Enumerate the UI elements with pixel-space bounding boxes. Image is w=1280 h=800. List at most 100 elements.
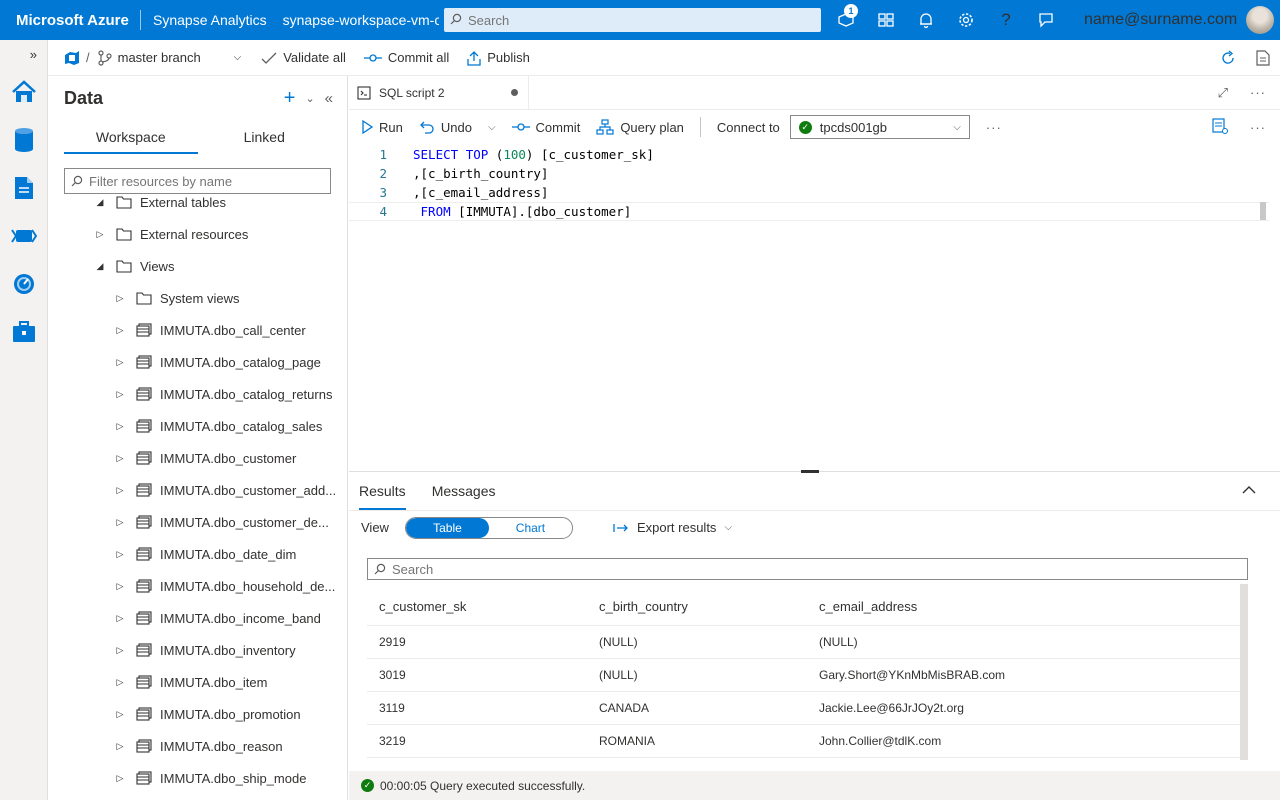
query-plan-button[interactable]: Query plan — [596, 119, 684, 135]
caret-expanded-icon[interactable]: ◢ — [94, 261, 106, 272]
export-results-button[interactable]: Export results ⌵ — [613, 520, 732, 535]
tab-sql-script-2[interactable]: SQL script 2 — [349, 75, 529, 110]
caret-collapsed-icon[interactable]: ▷ — [114, 325, 126, 336]
caret-collapsed-icon[interactable]: ▷ — [114, 293, 126, 304]
tree-item[interactable]: ▷ IMMUTA.dbo_customer — [48, 442, 348, 474]
caret-collapsed-icon[interactable]: ▷ — [114, 677, 126, 688]
tree-item[interactable]: ▷ IMMUTA.dbo_household_de... — [48, 570, 348, 602]
view-toggle[interactable]: Table Chart — [404, 516, 573, 539]
add-resource-button[interactable]: + — [284, 87, 296, 110]
table-row[interactable]: 3219 ROMANIA John.Collier@tdlK.com — [367, 725, 1242, 758]
expand-icon[interactable]: ⤢ — [1218, 85, 1228, 101]
bell-button[interactable] — [906, 0, 946, 40]
caret-collapsed-icon[interactable]: ▷ — [114, 453, 126, 464]
caret-collapsed-icon[interactable]: ▷ — [114, 485, 126, 496]
caret-collapsed-icon[interactable]: ▷ — [114, 581, 126, 592]
run-button[interactable]: Run — [361, 120, 403, 135]
editor-scroll-marker[interactable] — [1260, 202, 1266, 220]
tab-linked[interactable]: Linked — [198, 120, 332, 154]
brand-title[interactable]: Microsoft Azure — [0, 12, 140, 29]
nav-monitor[interactable] — [0, 260, 48, 308]
nav-develop[interactable] — [0, 164, 48, 212]
more-options-icon[interactable]: ··· — [1250, 85, 1266, 100]
column-header[interactable]: c_birth_country — [587, 599, 807, 614]
caret-collapsed-icon[interactable]: ▷ — [114, 613, 126, 624]
notifications-button[interactable]: 1 — [826, 0, 866, 40]
table-row[interactable]: 2919 (NULL) (NULL) — [367, 626, 1242, 659]
more-options-icon[interactable]: ··· — [1250, 120, 1266, 135]
sql-editor[interactable]: 1 SELECT TOP (100) [c_customer_sk] 2 ,[c_bi… — [349, 145, 1269, 470]
results-search[interactable] — [367, 558, 1248, 580]
caret-collapsed-icon[interactable]: ▷ — [114, 357, 126, 368]
tree-item[interactable]: ◢ Views — [48, 250, 348, 282]
caret-collapsed-icon[interactable]: ▷ — [114, 421, 126, 432]
results-scrollbar[interactable] — [1240, 584, 1248, 760]
collapse-results-button[interactable] — [1242, 482, 1256, 498]
workspace-breadcrumb[interactable]: synapse-workspace-vm-c — [283, 12, 439, 28]
nav-data[interactable] — [0, 116, 48, 164]
caret-collapsed-icon[interactable]: ▷ — [114, 645, 126, 656]
results-search-input[interactable] — [392, 561, 992, 577]
tree-item[interactable]: ▷ IMMUTA.dbo_date_dim — [48, 538, 348, 570]
tab-workspace[interactable]: Workspace — [64, 120, 198, 154]
tree-item[interactable]: ▷ IMMUTA.dbo_ship_mode — [48, 762, 348, 794]
branch-selector[interactable]: master branch ⌵ — [98, 49, 241, 66]
undo-button[interactable]: Undo — [419, 120, 472, 135]
help-button[interactable]: ? — [986, 0, 1026, 40]
unsaved-dot-icon[interactable] — [511, 89, 518, 96]
table-row[interactable]: 3019 (NULL) Gary.Short@YKnMbMisBRAB.com — [367, 659, 1242, 692]
tree-item[interactable]: ▷ IMMUTA.dbo_catalog_page — [48, 346, 348, 378]
nav-home[interactable] — [0, 68, 48, 116]
tree-item[interactable]: ▷ IMMUTA.dbo_inventory — [48, 634, 348, 666]
collapse-panel-button[interactable]: « — [325, 90, 333, 107]
user-email[interactable]: name@surname.com — [1084, 0, 1237, 40]
tree-item[interactable]: ▷ IMMUTA.dbo_item — [48, 666, 348, 698]
tree-item[interactable]: ▷ IMMUTA.dbo_reason — [48, 730, 348, 762]
global-search-input[interactable] — [468, 12, 808, 28]
properties-icon[interactable] — [1212, 117, 1228, 137]
caret-collapsed-icon[interactable]: ▷ — [114, 549, 126, 560]
more-options-icon[interactable]: ··· — [986, 120, 1002, 135]
tree-item[interactable]: ▷ IMMUTA.dbo_catalog_returns — [48, 378, 348, 410]
caret-expanded-icon[interactable]: ◢ — [94, 197, 106, 208]
caret-collapsed-icon[interactable]: ▷ — [114, 389, 126, 400]
settings-button[interactable] — [946, 0, 986, 40]
tree-item[interactable]: ▷ IMMUTA.dbo_call_center — [48, 314, 348, 346]
column-header[interactable]: c_email_address — [807, 599, 1242, 614]
code-line[interactable]: 2 ,[c_birth_country] — [349, 164, 1269, 183]
expand-nav-button[interactable]: » — [0, 40, 47, 68]
tab-messages[interactable]: Messages — [432, 472, 496, 510]
collapse-all-button[interactable]: ⌄ — [305, 92, 314, 105]
caret-collapsed-icon[interactable]: ▷ — [114, 709, 126, 720]
column-header[interactable]: c_customer_sk — [367, 599, 587, 614]
caret-collapsed-icon[interactable]: ▷ — [114, 741, 126, 752]
caret-collapsed-icon[interactable]: ▷ — [114, 517, 126, 528]
caret-collapsed-icon[interactable]: ▷ — [94, 229, 106, 240]
service-title[interactable]: Synapse Analytics — [149, 12, 283, 28]
properties-button[interactable] — [1256, 49, 1270, 66]
nav-integrate[interactable] — [0, 212, 48, 260]
tree-item[interactable]: ▷ IMMUTA.dbo_customer_add... — [48, 474, 348, 506]
tree-item[interactable]: ▷ External resources — [48, 218, 348, 250]
commit-button[interactable]: Commit — [511, 120, 580, 135]
code-line[interactable]: 4 FROM [IMMUTA].[dbo_customer] — [349, 202, 1269, 221]
publish-button[interactable]: Publish — [467, 50, 530, 66]
tree-item[interactable]: ▷ System views — [48, 282, 348, 314]
nav-manage[interactable] — [0, 308, 48, 356]
view-table-option[interactable]: Table — [405, 517, 489, 538]
pane-resize-handle[interactable] — [801, 470, 819, 473]
tree-item[interactable]: ▷ IMMUTA.dbo_catalog_sales — [48, 410, 348, 442]
tree-item[interactable]: ▷ IMMUTA.dbo_customer_de... — [48, 506, 348, 538]
global-search[interactable] — [444, 8, 821, 32]
tree-item[interactable]: ▷ IMMUTA.dbo_promotion — [48, 698, 348, 730]
avatar[interactable] — [1246, 6, 1274, 34]
code-line[interactable]: 3 ,[c_email_address] — [349, 183, 1269, 202]
commit-all-button[interactable]: Commit all — [363, 50, 449, 65]
tree-item[interactable]: ◢ External tables — [48, 186, 348, 218]
code-line[interactable]: 1 SELECT TOP (100) [c_customer_sk] — [349, 145, 1269, 164]
refresh-button[interactable] — [1220, 50, 1236, 66]
connection-select[interactable]: ✓ tpcds001gb ⌵ — [789, 115, 970, 139]
caret-collapsed-icon[interactable]: ▷ — [114, 773, 126, 784]
tab-results[interactable]: Results — [359, 472, 406, 510]
undo-dropdown[interactable]: ⌵ — [488, 122, 496, 133]
